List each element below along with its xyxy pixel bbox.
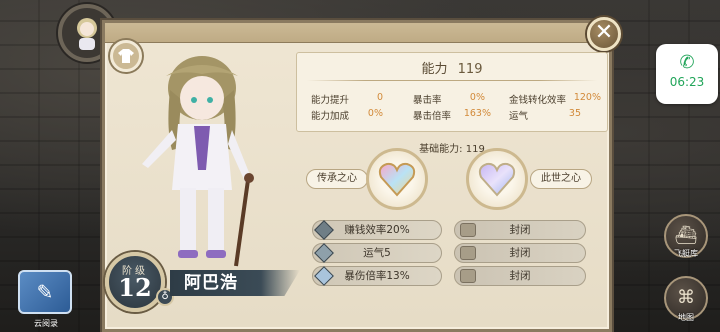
close-button[interactable]: ✕ <box>587 17 621 51</box>
skill-row-right-1[interactable]: 封闭 <box>454 220 586 240</box>
ability-stats-box: 能力 119 能力提升 0 暴击率 0% 金钱转化效率 120% 能力加成 0%… <box>296 52 608 132</box>
stat-money-efficiency: 金钱转化效率 120% <box>509 92 601 106</box>
close-icon: ✕ <box>594 20 614 45</box>
skill-row-right-3[interactable]: 封闭 <box>454 266 586 286</box>
stat-value: 35 <box>568 108 581 119</box>
scroll-icon: ✎ <box>36 280 54 304</box>
diamond-gem-icon <box>314 220 334 240</box>
diamond-gem-icon <box>314 243 334 263</box>
skill-label: 封闭 <box>509 224 531 236</box>
avatar-portrait-icon <box>77 18 97 50</box>
inherited-heart-slot[interactable] <box>366 148 428 210</box>
stat-label: 暴击倍率 <box>413 111 452 122</box>
stat-label: 能力加成 <box>311 111 350 122</box>
stat-value: 0% <box>367 108 383 119</box>
call-widget[interactable]: ✆ 06:23 <box>656 44 718 104</box>
stat-value: 0% <box>469 92 485 103</box>
stat-value: 163% <box>463 108 491 119</box>
skill-row-left-2[interactable]: 运气5 <box>312 243 442 263</box>
stat-label: 运气 <box>509 111 529 122</box>
ability-value: 119 <box>457 62 483 77</box>
character-sprite <box>142 56 254 267</box>
this-world-heart-slot[interactable] <box>466 148 528 210</box>
this-world-heart-label: 此世之心 <box>530 169 592 189</box>
lock-icon <box>460 269 476 283</box>
heart-gem-icon <box>378 162 416 197</box>
ability-title-row: 能力 119 <box>297 58 607 77</box>
lock-icon <box>460 246 476 260</box>
stat-value: 120% <box>573 92 601 103</box>
map-label: 地图 <box>678 313 694 322</box>
stat-label: 暴击率 <box>413 95 442 106</box>
stat-label: 能力提升 <box>311 95 350 106</box>
skill-label: 暴伤倍率13% <box>344 270 410 282</box>
skill-row-left-1[interactable]: 赚钱效率20% <box>312 220 442 240</box>
airship-icon: ⛴ <box>674 225 698 246</box>
diamond-gem-icon <box>314 266 334 286</box>
skill-label: 封闭 <box>509 247 531 259</box>
character-name: 阿巴浩 <box>170 270 300 296</box>
stat-ability-bonus: 能力加成 0% <box>311 108 383 122</box>
skill-label: 赚钱效率20% <box>344 224 410 236</box>
skill-label: 封闭 <box>509 270 531 282</box>
heart-gem-icon <box>478 162 516 197</box>
skill-row-right-2[interactable]: 封闭 <box>454 243 586 263</box>
stat-crit-multiplier: 暴击倍率 163% <box>413 108 491 122</box>
cloud-record-label: 云阅录 <box>34 319 58 328</box>
cloud-record-button[interactable]: ✎ <box>18 270 72 314</box>
rank-value: 12 <box>118 273 152 302</box>
phone-icon: ✆ <box>679 52 695 73</box>
rank-badge: 阶级 12 <box>105 252 165 312</box>
stat-ability-boost: 能力提升 0 <box>311 92 383 106</box>
skill-row-left-3[interactable]: 暴伤倍率13% <box>312 266 442 286</box>
stat-label: 金钱转化效率 <box>509 95 567 106</box>
stat-value: 0 <box>376 92 383 103</box>
airship-label: 飞艇库 <box>674 249 698 258</box>
ability-title: 能力 <box>421 62 448 77</box>
skill-label: 运气5 <box>363 247 391 259</box>
stat-crit-rate: 暴击率 0% <box>413 92 485 106</box>
base-ability-label: 基础能力: 119 <box>419 144 485 155</box>
inherited-heart-label: 传承之心 <box>306 169 368 189</box>
stat-luck: 运气 35 <box>509 108 581 122</box>
lock-icon <box>460 223 476 237</box>
call-timer: 06:23 <box>669 75 705 89</box>
map-icon: ⌘ <box>677 287 695 308</box>
stats-divider <box>307 80 597 81</box>
